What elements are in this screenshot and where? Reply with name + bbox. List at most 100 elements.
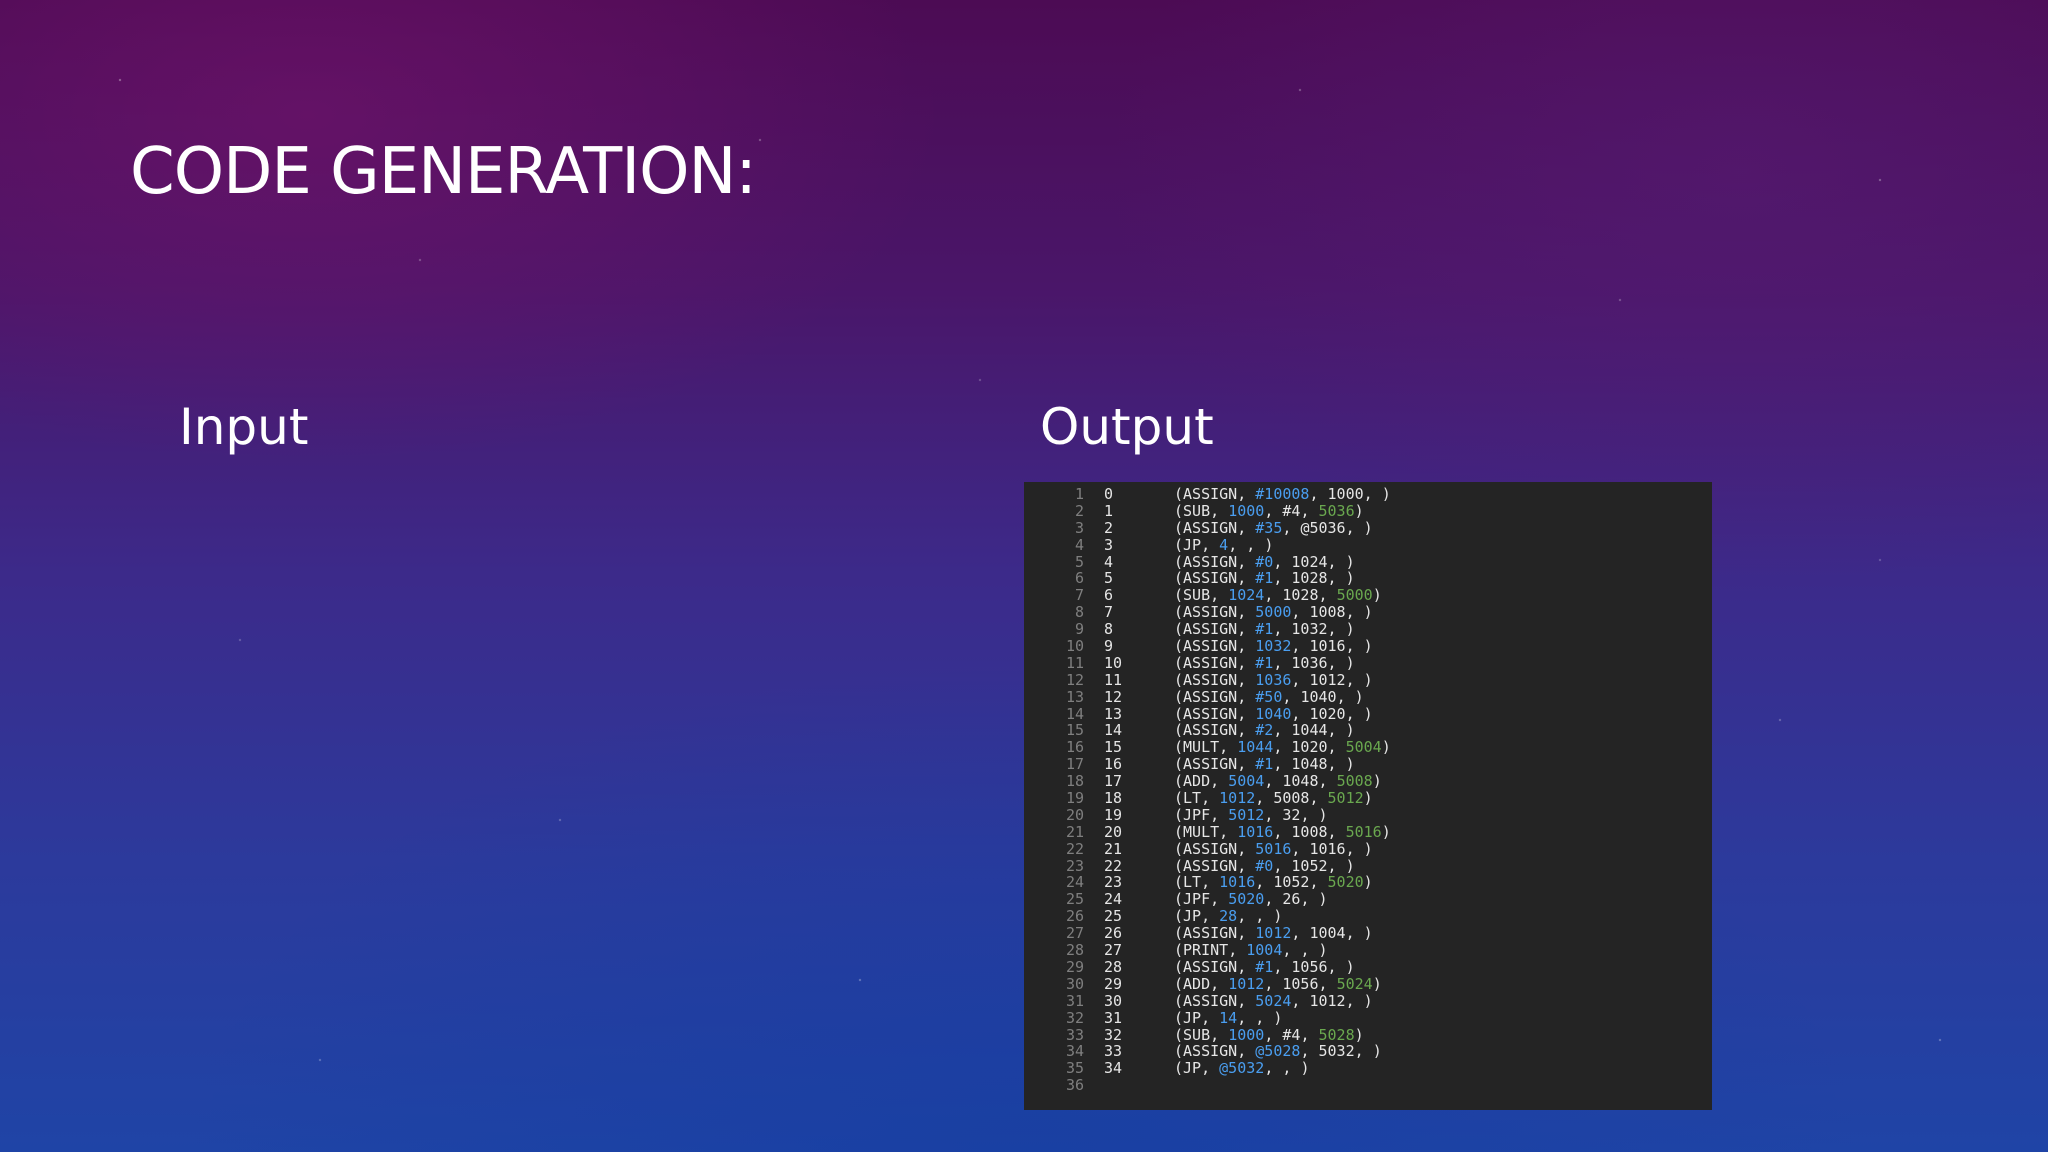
opcode: PRINT xyxy=(1183,941,1229,960)
separator: , xyxy=(1237,991,1256,1010)
paren-close: ) xyxy=(1345,552,1355,571)
line-number: 7 xyxy=(1074,586,1084,605)
instruction-index: 33 xyxy=(1104,1042,1123,1061)
paren-close: ) xyxy=(1363,789,1373,808)
instruction-index: 12 xyxy=(1104,687,1123,706)
separator: , xyxy=(1345,603,1364,622)
separator: , xyxy=(1327,552,1346,571)
instruction: (SUB, 1000, #4, 5028) xyxy=(1174,1025,1364,1044)
paren-close: ) xyxy=(1273,1008,1283,1027)
separator: , xyxy=(1300,1025,1319,1044)
paren-open: ( xyxy=(1174,839,1184,858)
code-line: 26 25 (JP, 28, , ) xyxy=(1024,908,1712,925)
operand-2: 1052 xyxy=(1273,873,1310,892)
instruction: (ASSIGN, 1036, 1012, ) xyxy=(1174,671,1373,689)
line-number: 19 xyxy=(1065,789,1084,808)
instruction-index: 27 xyxy=(1104,941,1123,960)
separator: , xyxy=(1210,890,1229,909)
instruction-index xyxy=(1084,1077,1174,1094)
paren-close: ) xyxy=(1273,907,1283,926)
paren-close: ) xyxy=(1345,653,1355,672)
paren-open: ( xyxy=(1174,501,1184,520)
line-number: 13 xyxy=(1065,687,1084,706)
operand-2: 1036 xyxy=(1291,653,1328,672)
line-number: 8 xyxy=(1074,603,1084,622)
paren-close: ) xyxy=(1354,501,1364,520)
instruction: (JP, @5032, , ) xyxy=(1174,1060,1309,1077)
separator: , xyxy=(1345,704,1364,723)
opcode: ASSIGN xyxy=(1183,924,1238,943)
line-number: 5 xyxy=(1074,552,1084,571)
separator: , xyxy=(1300,805,1319,824)
paren-close: ) xyxy=(1354,687,1364,706)
code-line: 33 32 (SUB, 1000, #4, 5028) xyxy=(1024,1025,1712,1044)
paren-open: ( xyxy=(1174,924,1184,943)
paren-open: ( xyxy=(1174,772,1184,791)
separator: , xyxy=(1273,738,1292,757)
operand-1: #0 xyxy=(1255,552,1274,571)
operand-2: 1020 xyxy=(1309,704,1346,723)
output-heading: Output xyxy=(1040,398,1214,456)
separator: , xyxy=(1327,738,1346,757)
line-number: 9 xyxy=(1074,620,1084,639)
separator: , xyxy=(1345,839,1364,858)
code-line: 36 xyxy=(1024,1077,1712,1094)
opcode: ADD xyxy=(1183,974,1211,993)
opcode: LT xyxy=(1183,873,1202,892)
operand-2: 26 xyxy=(1282,890,1301,909)
slide-title: CODE GENERATION: xyxy=(130,135,757,209)
opcode: ASSIGN xyxy=(1183,620,1238,639)
operand-1: 1024 xyxy=(1228,586,1265,605)
separator: , xyxy=(1282,941,1301,960)
instruction: (ADD, 1012, 1056, 5024) xyxy=(1174,974,1382,993)
line-number: 27 xyxy=(1065,924,1084,943)
paren-open: ( xyxy=(1174,856,1184,875)
paren-close: ) xyxy=(1372,586,1382,605)
opcode: LT xyxy=(1183,789,1202,808)
opcode: ASSIGN xyxy=(1183,856,1238,875)
separator: , xyxy=(1264,501,1283,520)
instruction: (JPF, 5012, 32, ) xyxy=(1174,805,1328,824)
code-line: 6 5 (ASSIGN, #1, 1028, ) xyxy=(1024,570,1712,587)
paren-close: ) xyxy=(1363,839,1373,858)
opcode: ASSIGN xyxy=(1183,552,1238,571)
separator: , xyxy=(1345,991,1364,1010)
separator: , xyxy=(1282,687,1301,706)
separator: , xyxy=(1210,1025,1229,1044)
paren-open: ( xyxy=(1174,789,1184,808)
paren-close: ) xyxy=(1363,924,1373,943)
operand-1: 1040 xyxy=(1255,704,1292,723)
opcode: ASSIGN xyxy=(1183,839,1238,858)
paren-close: ) xyxy=(1372,974,1382,993)
instruction-index: 14 xyxy=(1104,721,1123,740)
line-number: 33 xyxy=(1065,1025,1084,1044)
paren-open: ( xyxy=(1174,603,1184,622)
instruction-index: 31 xyxy=(1104,1008,1123,1027)
paren-close: ) xyxy=(1345,620,1355,639)
separator: , xyxy=(1327,856,1346,875)
instruction-index: 30 xyxy=(1104,991,1123,1010)
operand-1: #35 xyxy=(1255,518,1283,537)
operand-3: 5024 xyxy=(1336,974,1373,993)
line-number: 24 xyxy=(1065,873,1084,892)
instruction: (JP, 14, , ) xyxy=(1174,1008,1283,1027)
separator: , xyxy=(1327,569,1346,588)
paren-open: ( xyxy=(1174,907,1184,926)
paren-open: ( xyxy=(1174,873,1184,892)
separator: , xyxy=(1327,957,1346,976)
instruction: (MULT, 1044, 1020, 5004) xyxy=(1174,739,1391,756)
line-number: 14 xyxy=(1065,704,1084,723)
instruction: (ASSIGN, #1, 1032, ) xyxy=(1174,621,1355,638)
line-number: 1 xyxy=(1074,485,1084,503)
line-number: 21 xyxy=(1065,822,1084,841)
opcode: SUB xyxy=(1183,1025,1211,1044)
separator: , xyxy=(1327,721,1346,740)
paren-open: ( xyxy=(1174,738,1184,757)
separator: , xyxy=(1255,907,1274,926)
instruction-index: 22 xyxy=(1104,856,1123,875)
separator: , xyxy=(1237,485,1256,503)
instruction: (LT, 1016, 1052, 5020) xyxy=(1174,874,1373,891)
paren-close: ) xyxy=(1345,569,1355,588)
instruction-index: 28 xyxy=(1104,957,1123,976)
line-number: 26 xyxy=(1065,907,1084,926)
